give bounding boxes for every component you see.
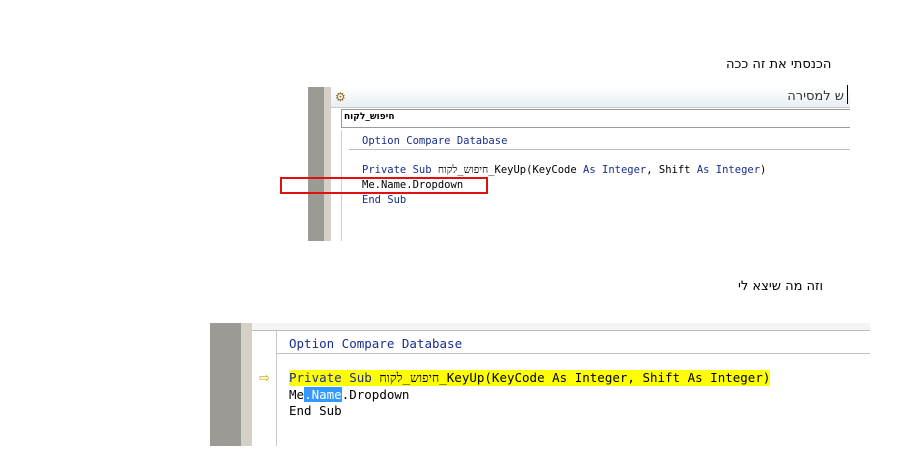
code-line-end-sub[interactable]: End Sub [289, 403, 342, 418]
code-line-end-sub[interactable]: End Sub [362, 194, 406, 206]
procedure-dropdown[interactable]: חיפוש_לקוח [341, 109, 850, 128]
screenshot-before: ⚙ ש למסירה חיפוש_לקוח Option Compare Dat… [308, 87, 850, 241]
left-panel-border [324, 87, 331, 241]
code-keyword: As Integer [583, 164, 647, 176]
code-keyword: As Integer [696, 164, 761, 176]
procedure-dropdown-value: חיפוש_לקוח [344, 112, 395, 122]
code-line-sub-declaration[interactable]: Private Sub חיפוש_לקוח_KeyUp(KeyCode As … [362, 164, 766, 176]
code-keyword: Private Sub [362, 164, 438, 176]
selected-error-text: .Name [304, 387, 342, 402]
code-keyword: Private Sub [289, 370, 380, 385]
code-text: ) [760, 164, 767, 176]
code-identifier: חיפוש_לקוח [437, 164, 489, 176]
window-title: ש למסירה [787, 89, 844, 104]
code-line-option[interactable]: Option Compare Database [289, 336, 462, 351]
code-text: _KeyUp(KeyCode [488, 164, 584, 176]
code-line-sub-declaration-highlighted[interactable]: Private Sub חיפוש_לקוח_KeyUp(KeyCode As … [289, 370, 771, 386]
code-keyword: Option Compare Database [289, 336, 463, 351]
code-text: _KeyUp(KeyCode As Integer, Shift As Inte… [439, 370, 771, 385]
execution-pointer-arrow-icon: ⇨ [259, 371, 270, 386]
left-panel [210, 323, 241, 446]
code-keyword: Option Compare Database [362, 135, 508, 147]
code-identifier: חיפוש_לקוח [379, 370, 440, 385]
left-panel [308, 87, 324, 241]
declarations-separator [276, 353, 870, 354]
declarations-separator [349, 149, 850, 150]
access-module-icon: ⚙ [335, 90, 346, 104]
procedure-bar-edge [252, 323, 870, 331]
red-highlight-box [280, 177, 488, 194]
code-text: .Dropdown [341, 387, 410, 402]
code-line-statement[interactable]: Me.Name.Dropdown [289, 387, 409, 402]
code-line-option[interactable]: Option Compare Database [362, 135, 507, 147]
screenshot-after: ⇨ Option Compare Database Private Sub חי… [210, 323, 870, 446]
left-panel-border [241, 323, 252, 446]
caption-entered-text: הכנסתי את זה ככה [726, 57, 832, 72]
code-window-titlebar[interactable]: ⚙ ש למסירה [331, 87, 850, 108]
margin-indicator-bar[interactable] [252, 331, 277, 446]
text-cursor [847, 85, 848, 104]
code-text: , Shift [646, 164, 697, 176]
caption-result-text: וזה מה שיצא לי [738, 279, 824, 294]
code-text: Me [289, 387, 305, 402]
